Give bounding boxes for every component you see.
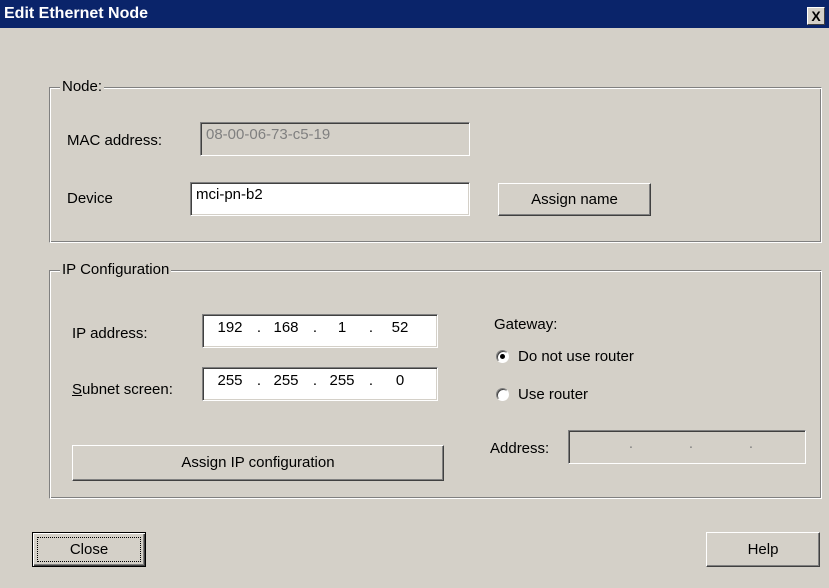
ip-separator: . [256, 319, 262, 336]
edit-ethernet-node-dialog: Edit Ethernet Node X Node: MAC address: … [0, 0, 829, 588]
node-group-label: Node: [60, 78, 105, 95]
assign-name-button[interactable]: Assign name [498, 183, 651, 216]
ip-separator: . [312, 319, 318, 336]
help-button[interactable]: Help [706, 532, 820, 567]
node-groupbox: Node: [49, 78, 822, 243]
mac-address-label: MAC address: [67, 132, 163, 149]
gateway-label: Gateway: [494, 316, 558, 333]
subnet-screen-input[interactable]: 255 . 255 . 255 . 0 [202, 367, 438, 401]
window-title: Edit Ethernet Node [4, 5, 149, 22]
radio-selected-dot [500, 354, 505, 359]
subnet-screen-label: Subnet screen: [72, 381, 173, 398]
subnet-separator: . [256, 372, 262, 389]
ip-configuration-group-label: IP Configuration [60, 261, 172, 278]
subnet-separator: . [312, 372, 318, 389]
do-not-use-router-radio[interactable] [496, 350, 509, 363]
assign-ip-configuration-button[interactable]: Assign IP configuration [72, 445, 444, 481]
subnet-octet-3: 255 [329, 372, 355, 389]
gateway-address-label: Address: [490, 440, 550, 457]
use-router-radio[interactable] [496, 388, 509, 401]
subnet-octet-4: 0 [395, 372, 405, 389]
device-label: Device [67, 190, 113, 207]
focus-indicator [37, 537, 141, 562]
ip-octet-3: 1 [337, 319, 347, 336]
ip-address-input[interactable]: 192 . 168 . 1 . 52 [202, 314, 438, 348]
ip-octet-2: 168 [273, 319, 299, 336]
ip-octet-1: 192 [217, 319, 243, 336]
mac-address-field: 08-00-06-73-c5-19 [200, 122, 470, 156]
ip-octet-4: 52 [391, 319, 409, 336]
ip-separator: . [368, 319, 374, 336]
subnet-separator: . [368, 372, 374, 389]
subnet-octet-1: 255 [217, 372, 243, 389]
gateway-address-input: . . . [568, 430, 806, 464]
subnet-octet-2: 255 [273, 372, 299, 389]
gateway-separator: . [688, 435, 694, 452]
title-bar[interactable]: Edit Ethernet Node X [0, 0, 829, 28]
close-button[interactable]: Close [32, 532, 146, 567]
subnet-accelerator: S [72, 381, 83, 398]
close-icon[interactable]: X [807, 7, 825, 25]
gateway-separator: . [628, 435, 634, 452]
device-name-input[interactable]: mci-pn-b2 [190, 182, 470, 216]
do-not-use-router-label[interactable]: Do not use router [518, 348, 634, 365]
gateway-separator: . [748, 435, 754, 452]
ip-address-label: IP address: [72, 325, 148, 342]
subnet-label-text: ubnet screen: [82, 381, 173, 398]
use-router-label[interactable]: Use router [518, 386, 588, 403]
